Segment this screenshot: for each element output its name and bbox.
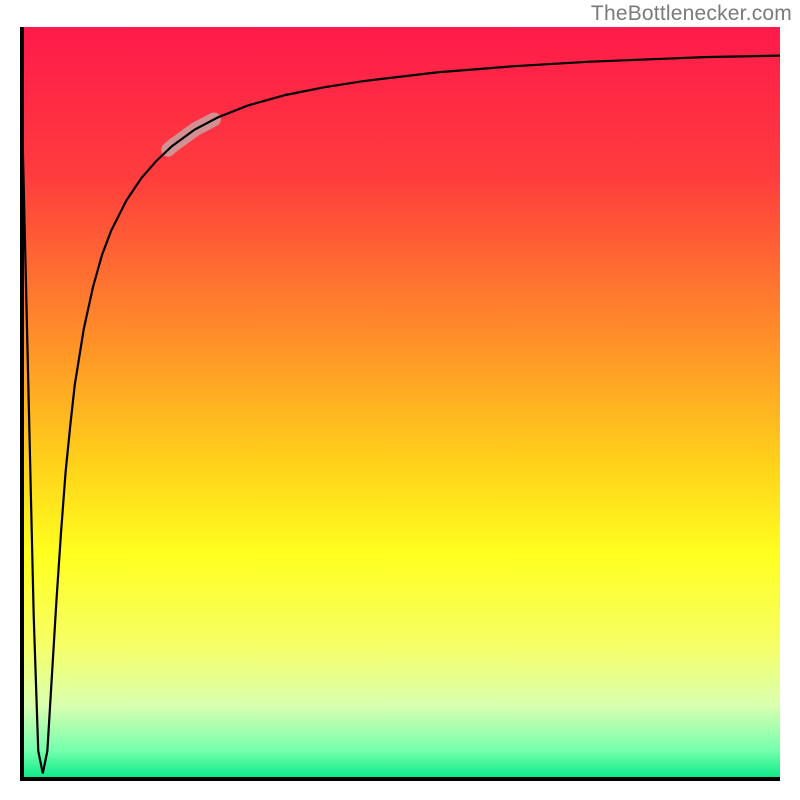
chart-plot-area <box>20 27 780 781</box>
bottleneck-curve-line <box>20 27 780 773</box>
chart-svg <box>20 27 780 781</box>
attribution-text: TheBottlenecker.com <box>591 2 792 26</box>
